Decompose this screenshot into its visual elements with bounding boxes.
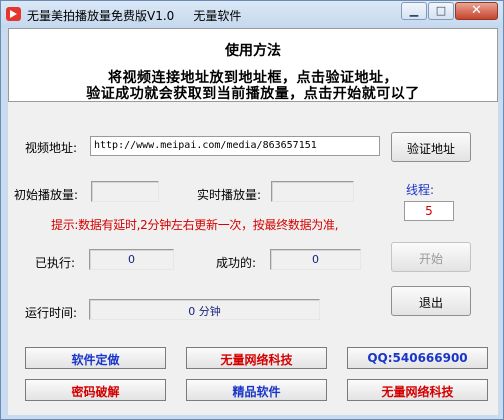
close-button[interactable]: ✕ (455, 2, 498, 20)
executed-label: 已执行: (35, 256, 76, 270)
window-title: 无量美拍播放量免费版V1.0 无量软件 (27, 9, 242, 23)
notice-title: 使用方法 (225, 43, 281, 59)
update-hint: 提示:数据有延时,2分钟左右更新一次，按最终数据为准, (51, 218, 339, 232)
initial-count-label: 初始播放量: (14, 188, 79, 202)
url-input[interactable]: http://www.meipai.com/media/863657151 (90, 136, 380, 156)
custom-software-button[interactable]: 软件定做 (25, 347, 166, 369)
executed-value: 0 (128, 253, 135, 266)
usage-notice-panel: 使用方法 将视频连接地址放到地址框，点击验证地址， 验证成功就会获取到当前播放量… (8, 28, 498, 102)
runtime-field: 0 分钟 (89, 299, 320, 320)
maximize-button[interactable]: □ (428, 2, 454, 20)
exit-button[interactable]: 退出 (391, 286, 471, 316)
exit-label: 退出 (418, 296, 443, 310)
premium-software-button[interactable]: 精品软件 (186, 379, 327, 401)
success-value: 0 (312, 253, 319, 266)
window-controls: ▁ □ ✕ (400, 2, 498, 20)
url-label: 视频地址: (25, 141, 78, 155)
thread-label: 线程: (406, 183, 435, 197)
title-bar[interactable]: 无量美拍播放量免费版V1.0 无量软件 ▁ □ ✕ (1, 1, 503, 28)
maximize-icon: □ (435, 4, 447, 17)
notice-line-2: 验证成功就会获取到当前播放量，点击开始就可以了 (86, 86, 420, 102)
thread-input[interactable]: 5 (404, 201, 454, 221)
success-label: 成功的: (216, 256, 257, 270)
verify-url-label: 验证地址 (406, 142, 455, 156)
client-area: 使用方法 将视频连接地址放到地址框，点击验证地址， 验证成功就会获取到当前播放量… (8, 28, 498, 415)
app-play-icon (6, 7, 21, 21)
wuliang-tech-button-bottom[interactable]: 无量网络科技 (347, 379, 488, 401)
close-icon: ✕ (471, 3, 482, 18)
realtime-count-label: 实时播放量: (197, 188, 262, 202)
runtime-value: 0 分钟 (188, 305, 221, 318)
runtime-label: 运行时间: (25, 306, 78, 320)
app-window: 无量美拍播放量免费版V1.0 无量软件 ▁ □ ✕ 使用方法 将视频连接地址放到… (0, 0, 504, 420)
password-crack-button[interactable]: 密码破解 (25, 379, 166, 401)
minimize-button[interactable]: ▁ (401, 2, 427, 20)
start-label: 开始 (418, 252, 443, 266)
realtime-count-field (271, 181, 354, 202)
qq-contact-button[interactable]: QQ:540666900 (347, 347, 488, 369)
minimize-icon: ▁ (409, 4, 419, 17)
start-button[interactable]: 开始 (391, 242, 471, 272)
wuliang-tech-button-top[interactable]: 无量网络科技 (186, 347, 327, 369)
initial-count-field (91, 181, 159, 202)
executed-field: 0 (89, 249, 174, 270)
verify-url-button[interactable]: 验证地址 (391, 132, 471, 162)
success-field: 0 (270, 249, 361, 270)
